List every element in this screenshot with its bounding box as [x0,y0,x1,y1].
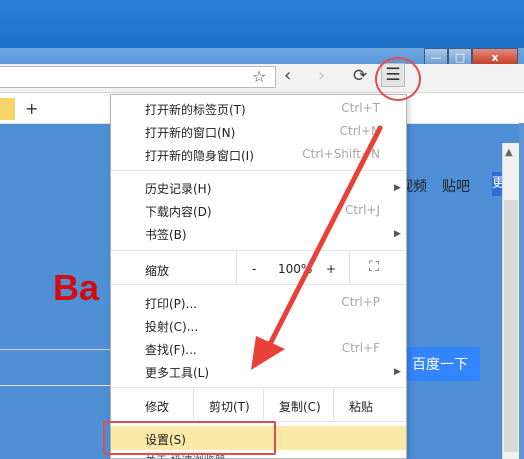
arrow-head [251,336,285,370]
arrow-shaft [263,125,383,355]
annotation-arrow [251,125,383,370]
